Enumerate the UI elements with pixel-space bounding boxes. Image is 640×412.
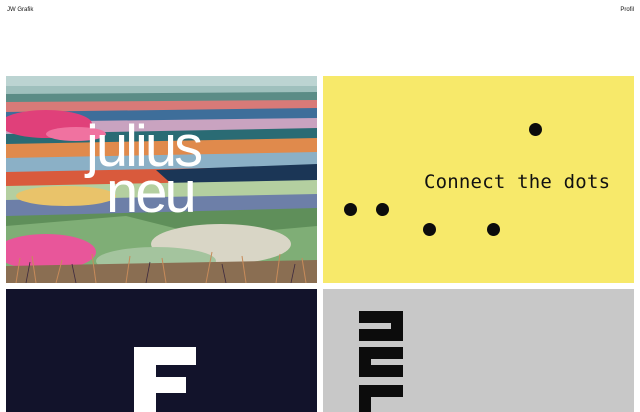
- connect-the-dots-label: Connect the dots: [424, 171, 611, 193]
- white-letterform-graphic: [134, 347, 196, 412]
- profile-link[interactable]: Profil: [620, 6, 634, 14]
- project-tile-navy-letterform[interactable]: [6, 289, 317, 412]
- dot: [344, 203, 357, 216]
- dot: [487, 223, 500, 236]
- dot: [423, 223, 436, 236]
- top-bar: JW Grafik Profil: [0, 0, 640, 20]
- black-letterform-graphic: [359, 311, 403, 412]
- julius-neu-wordmark: julius neu: [86, 118, 203, 222]
- project-tile-grey-letterform[interactable]: [323, 289, 634, 412]
- dot: [376, 203, 389, 216]
- dot: [529, 123, 542, 136]
- brand-link[interactable]: JW Grafik: [7, 6, 33, 14]
- project-tile-julius-neu[interactable]: julius neu: [6, 76, 317, 283]
